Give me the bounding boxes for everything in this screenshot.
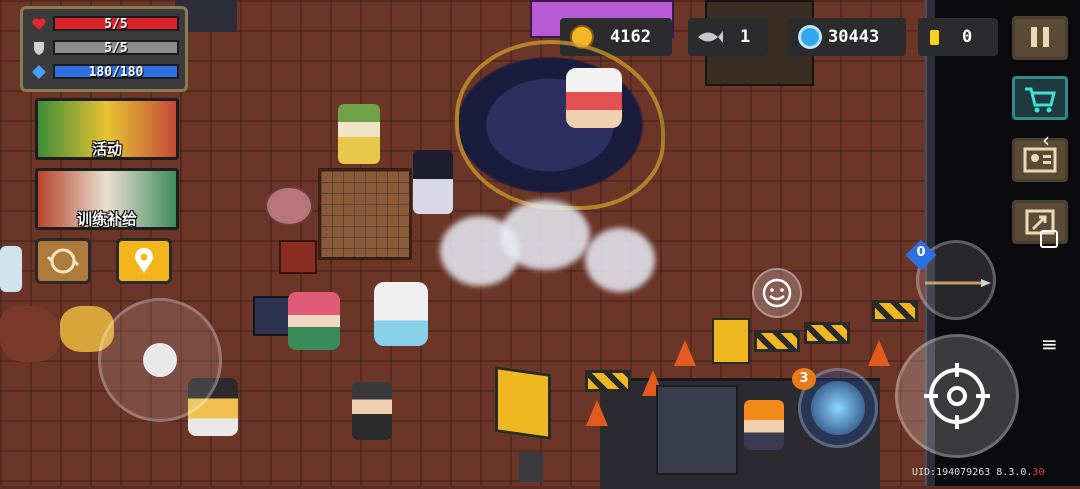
sys-back-icon[interactable]: ‹ [1042, 128, 1050, 152]
weapon-swap-badge: 3 [792, 368, 816, 390]
barrier [872, 300, 918, 322]
shop-button[interactable] [1012, 76, 1068, 120]
gem-counter: 30443 [788, 18, 906, 56]
traffic-cone [586, 400, 608, 426]
uid-suffix: 30 [1032, 467, 1045, 478]
emote-button[interactable] [752, 268, 802, 318]
heart-icon [32, 18, 46, 30]
traffic-cone [868, 340, 890, 366]
skill-charge-count: 0 [916, 245, 926, 260]
uid-text: UID:194079263 8.3.0. [912, 467, 1033, 478]
location-button[interactable] [116, 238, 172, 284]
wet-floor-sign [712, 318, 750, 364]
profile-button[interactable] [1012, 138, 1068, 182]
player-stats-panel: 5/5 5/5 180/180 [20, 6, 188, 92]
diamond-icon [32, 65, 46, 79]
round-table [265, 186, 313, 226]
armor-bar: 5/5 [53, 40, 179, 56]
npc-dark-haired[interactable] [413, 150, 453, 214]
hp-text: 5/5 [104, 17, 128, 32]
joystick-thumb[interactable] [143, 343, 177, 377]
sys-home-icon[interactable] [1040, 230, 1058, 248]
barrier [585, 370, 631, 392]
skill-icon [811, 381, 865, 435]
fish-icon [698, 31, 723, 43]
crosshair-icon [924, 363, 990, 429]
attack-button[interactable] [895, 334, 1019, 458]
energy-bar: 180/180 [53, 64, 179, 80]
chess-board [318, 168, 412, 260]
events-label: 活动 [91, 140, 122, 158]
sys-menu-icon[interactable]: ≡ [1041, 332, 1058, 356]
npc-pink-hair[interactable] [288, 292, 340, 350]
sign-board [279, 240, 317, 274]
spike-machine [656, 385, 738, 475]
energy-row: 180/180 [29, 63, 179, 81]
smoke-cloud [585, 228, 655, 292]
emote-icon [762, 278, 792, 308]
location-pin-icon [135, 247, 153, 273]
barrier [754, 330, 800, 352]
npc-helmet[interactable] [744, 400, 784, 450]
pause-button[interactable] [1012, 16, 1068, 60]
barrier [804, 322, 850, 344]
gem-icon [798, 25, 822, 49]
traffic-cone [674, 340, 696, 366]
npc-green-hat[interactable] [338, 104, 380, 164]
bucket [519, 452, 543, 482]
shield-icon [34, 42, 44, 55]
profile-card-icon [1023, 147, 1057, 173]
npc-bunny[interactable] [374, 282, 428, 346]
fish-counter: 1 [688, 18, 768, 56]
energy-text: 180/180 [88, 65, 144, 80]
armor-row: 5/5 [29, 39, 179, 57]
hp-row: 5/5 [29, 15, 179, 33]
swap-button[interactable] [35, 238, 91, 284]
token-icon [930, 30, 939, 45]
crab-left [0, 306, 60, 362]
training-supply-label: 训练补给 [76, 210, 137, 228]
swap-icon [46, 248, 80, 274]
movement-joystick[interactable] [98, 298, 222, 422]
pause-icon [1031, 27, 1049, 47]
player-character [566, 68, 622, 128]
token-value: 0 [962, 27, 973, 47]
events-button[interactable]: 活动 [35, 98, 179, 160]
gem-value: 30443 [828, 27, 880, 47]
armor-text: 5/5 [104, 41, 128, 56]
shop-icon [1025, 87, 1056, 113]
robot-left [0, 246, 22, 292]
training-supply-button[interactable]: 训练补给 [35, 168, 179, 230]
hp-bar: 5/5 [53, 16, 179, 32]
warning-sign [495, 366, 551, 440]
gold-value: 4162 [610, 27, 651, 47]
npc-cap[interactable] [352, 382, 392, 440]
token-counter: 0 [918, 18, 998, 56]
smoke-cloud [500, 200, 590, 270]
fish-value: 1 [740, 27, 751, 47]
uid-version-text: UID:194079263 8.3.0.30 [912, 467, 1044, 478]
